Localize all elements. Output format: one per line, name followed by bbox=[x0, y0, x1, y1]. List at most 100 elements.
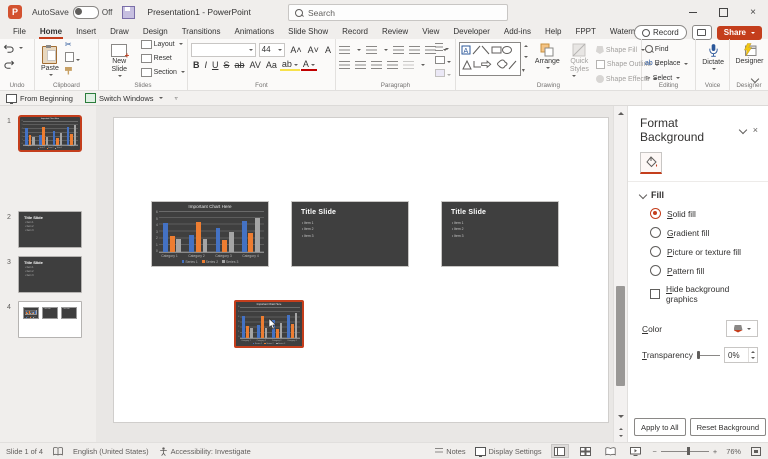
next-slide-button[interactable] bbox=[616, 433, 625, 440]
language-indicator[interactable]: English (United States) bbox=[73, 447, 149, 456]
slide-thumbnail-4[interactable]: Important Chart Here6543210Category 1Cat… bbox=[18, 301, 82, 338]
display-settings-button[interactable]: Display Settings bbox=[474, 446, 542, 457]
align-text-button[interactable] bbox=[434, 56, 451, 66]
scroll-up-icon[interactable] bbox=[617, 109, 624, 115]
reading-view-button[interactable] bbox=[603, 445, 619, 457]
tab-add-ins[interactable]: Add-ins bbox=[497, 24, 538, 39]
align-left-button[interactable] bbox=[338, 61, 350, 69]
zoom-slider-thumb[interactable] bbox=[687, 447, 691, 455]
gallery-more-button[interactable]: ▾ bbox=[522, 67, 528, 74]
previous-slide-button[interactable] bbox=[616, 424, 625, 431]
reset-background-button[interactable]: Reset Background bbox=[689, 418, 767, 436]
format-painter-button[interactable] bbox=[64, 66, 80, 77]
paste-button[interactable]: Paste bbox=[38, 44, 62, 78]
layout-button[interactable]: Layout bbox=[140, 38, 185, 50]
section-button[interactable]: Section bbox=[140, 66, 185, 78]
tab-view[interactable]: View bbox=[415, 24, 446, 39]
font-style-button-2[interactable]: U bbox=[210, 60, 221, 70]
slideshow-view-button[interactable] bbox=[628, 445, 644, 457]
transparency-spinner[interactable]: 0% bbox=[724, 347, 758, 363]
tab-slide-show[interactable]: Slide Show bbox=[281, 24, 335, 39]
dictate-button[interactable]: Dictate bbox=[699, 42, 727, 72]
zoom-in-button[interactable]: + bbox=[713, 447, 717, 456]
maximize-button[interactable] bbox=[708, 0, 738, 24]
slide-sorter-view-button[interactable] bbox=[578, 445, 594, 457]
text-direction-button[interactable] bbox=[434, 43, 451, 53]
tab-draw[interactable]: Draw bbox=[103, 24, 136, 39]
redo-button[interactable] bbox=[3, 58, 32, 70]
tab-transitions[interactable]: Transitions bbox=[175, 24, 228, 39]
zoom-level[interactable]: 76% bbox=[726, 447, 741, 456]
current-slide[interactable]: Important Chart Here 6 5 4 3 2 1 0 Category 1 Cat… bbox=[113, 117, 609, 423]
switch-windows-button[interactable]: Switch Windows bbox=[84, 93, 163, 103]
color-picker-button[interactable] bbox=[726, 320, 758, 337]
hide-background-checkbox[interactable]: Hide background graphics bbox=[650, 284, 758, 304]
zoom-slider[interactable] bbox=[660, 447, 709, 455]
search-input[interactable]: Search bbox=[288, 4, 508, 21]
scrollbar-track[interactable] bbox=[614, 118, 627, 412]
from-beginning-button[interactable]: From Beginning bbox=[6, 93, 73, 104]
record-button[interactable]: Record bbox=[633, 25, 687, 40]
copy-button[interactable] bbox=[64, 51, 80, 64]
shapes-gallery[interactable]: A bbox=[458, 42, 521, 76]
fill-option-gradient-fill[interactable]: Gradient fill bbox=[650, 227, 758, 238]
fill-tool-button[interactable] bbox=[640, 152, 662, 174]
vertical-scrollbar[interactable] bbox=[613, 106, 627, 442]
font-style-button-6[interactable]: Aa bbox=[264, 60, 279, 70]
tab-developer[interactable]: Developer bbox=[446, 24, 496, 39]
scrollbar-thumb[interactable] bbox=[616, 285, 625, 386]
cut-button[interactable]: ✂ bbox=[65, 40, 80, 49]
align-right-button[interactable] bbox=[370, 61, 382, 69]
slide-thumbnail-3[interactable]: Title Slide • Item 1 • Item 2 • Item 3 bbox=[18, 256, 82, 293]
fit-to-window-button[interactable] bbox=[750, 445, 762, 457]
align-center-button[interactable] bbox=[354, 61, 366, 69]
new-slide-button[interactable]: New Slide bbox=[102, 43, 137, 79]
minimize-button[interactable] bbox=[678, 0, 708, 24]
accessibility-checker[interactable]: Accessibility: Investigate bbox=[159, 447, 251, 456]
title-slide-thumbnail-2[interactable]: Title Slide • Item 1 • Item 2 • Item 3 bbox=[441, 201, 559, 267]
slide-thumbnail-1[interactable]: Important Chart Here6543210Category 1Cat… bbox=[18, 115, 82, 152]
zoom-out-button[interactable]: − bbox=[653, 447, 657, 456]
tab-review[interactable]: Review bbox=[375, 24, 415, 39]
numbering-button[interactable] bbox=[365, 45, 377, 54]
gallery-up-button[interactable] bbox=[523, 43, 528, 47]
collapse-fill-icon[interactable] bbox=[638, 190, 648, 200]
slider-thumb[interactable] bbox=[696, 351, 700, 359]
font-style-button-0[interactable]: B bbox=[191, 60, 202, 70]
tab-help[interactable]: Help bbox=[538, 24, 568, 39]
tab-record[interactable]: Record bbox=[335, 24, 375, 39]
increase-indent-button[interactable] bbox=[408, 45, 420, 54]
save-icon[interactable] bbox=[122, 5, 136, 19]
font-style-button-5[interactable]: AV bbox=[248, 60, 263, 70]
tab-design[interactable]: Design bbox=[136, 24, 175, 39]
tab-fppt[interactable]: FPPT bbox=[568, 24, 602, 39]
find-button[interactable]: Find bbox=[644, 43, 693, 55]
font-size-button-1[interactable]: A˅ bbox=[306, 45, 321, 55]
font-size-button-2[interactable]: A bbox=[323, 45, 333, 55]
fill-option-solid-fill[interactable]: Solid fill bbox=[650, 208, 758, 219]
spinner-arrows[interactable] bbox=[748, 348, 757, 362]
text-highlight-button[interactable]: ab bbox=[279, 59, 300, 71]
font-style-button-3[interactable]: S bbox=[221, 60, 231, 70]
tab-insert[interactable]: Insert bbox=[69, 24, 103, 39]
close-button[interactable]: × bbox=[738, 0, 768, 24]
arrange-button[interactable]: Arrange bbox=[532, 42, 563, 71]
replace-button[interactable]: ab Replace bbox=[645, 58, 693, 70]
share-button[interactable]: Share bbox=[716, 25, 762, 40]
decrease-indent-button[interactable] bbox=[392, 45, 404, 54]
columns-button[interactable] bbox=[402, 61, 414, 69]
fill-option-pattern-fill[interactable]: Pattern fill bbox=[650, 265, 758, 276]
slide-number-indicator[interactable]: Slide 1 of 4 bbox=[6, 447, 43, 456]
font-size-button-0[interactable]: A˄ bbox=[288, 45, 303, 55]
reset-button[interactable]: Reset bbox=[140, 52, 185, 64]
panel-close-button[interactable]: × bbox=[753, 125, 758, 135]
font-name-combo[interactable] bbox=[190, 42, 256, 57]
comments-button[interactable] bbox=[691, 25, 712, 40]
customize-toolbar-button[interactable]: ▿ bbox=[175, 95, 178, 102]
bullets-button[interactable] bbox=[338, 45, 350, 54]
font-size-combo[interactable]: 44 bbox=[258, 42, 286, 57]
apply-to-all-button[interactable]: Apply to All bbox=[634, 418, 686, 436]
transparency-slider[interactable] bbox=[696, 351, 720, 359]
justify-button[interactable] bbox=[386, 61, 398, 69]
autosave-toggle[interactable] bbox=[72, 5, 99, 19]
